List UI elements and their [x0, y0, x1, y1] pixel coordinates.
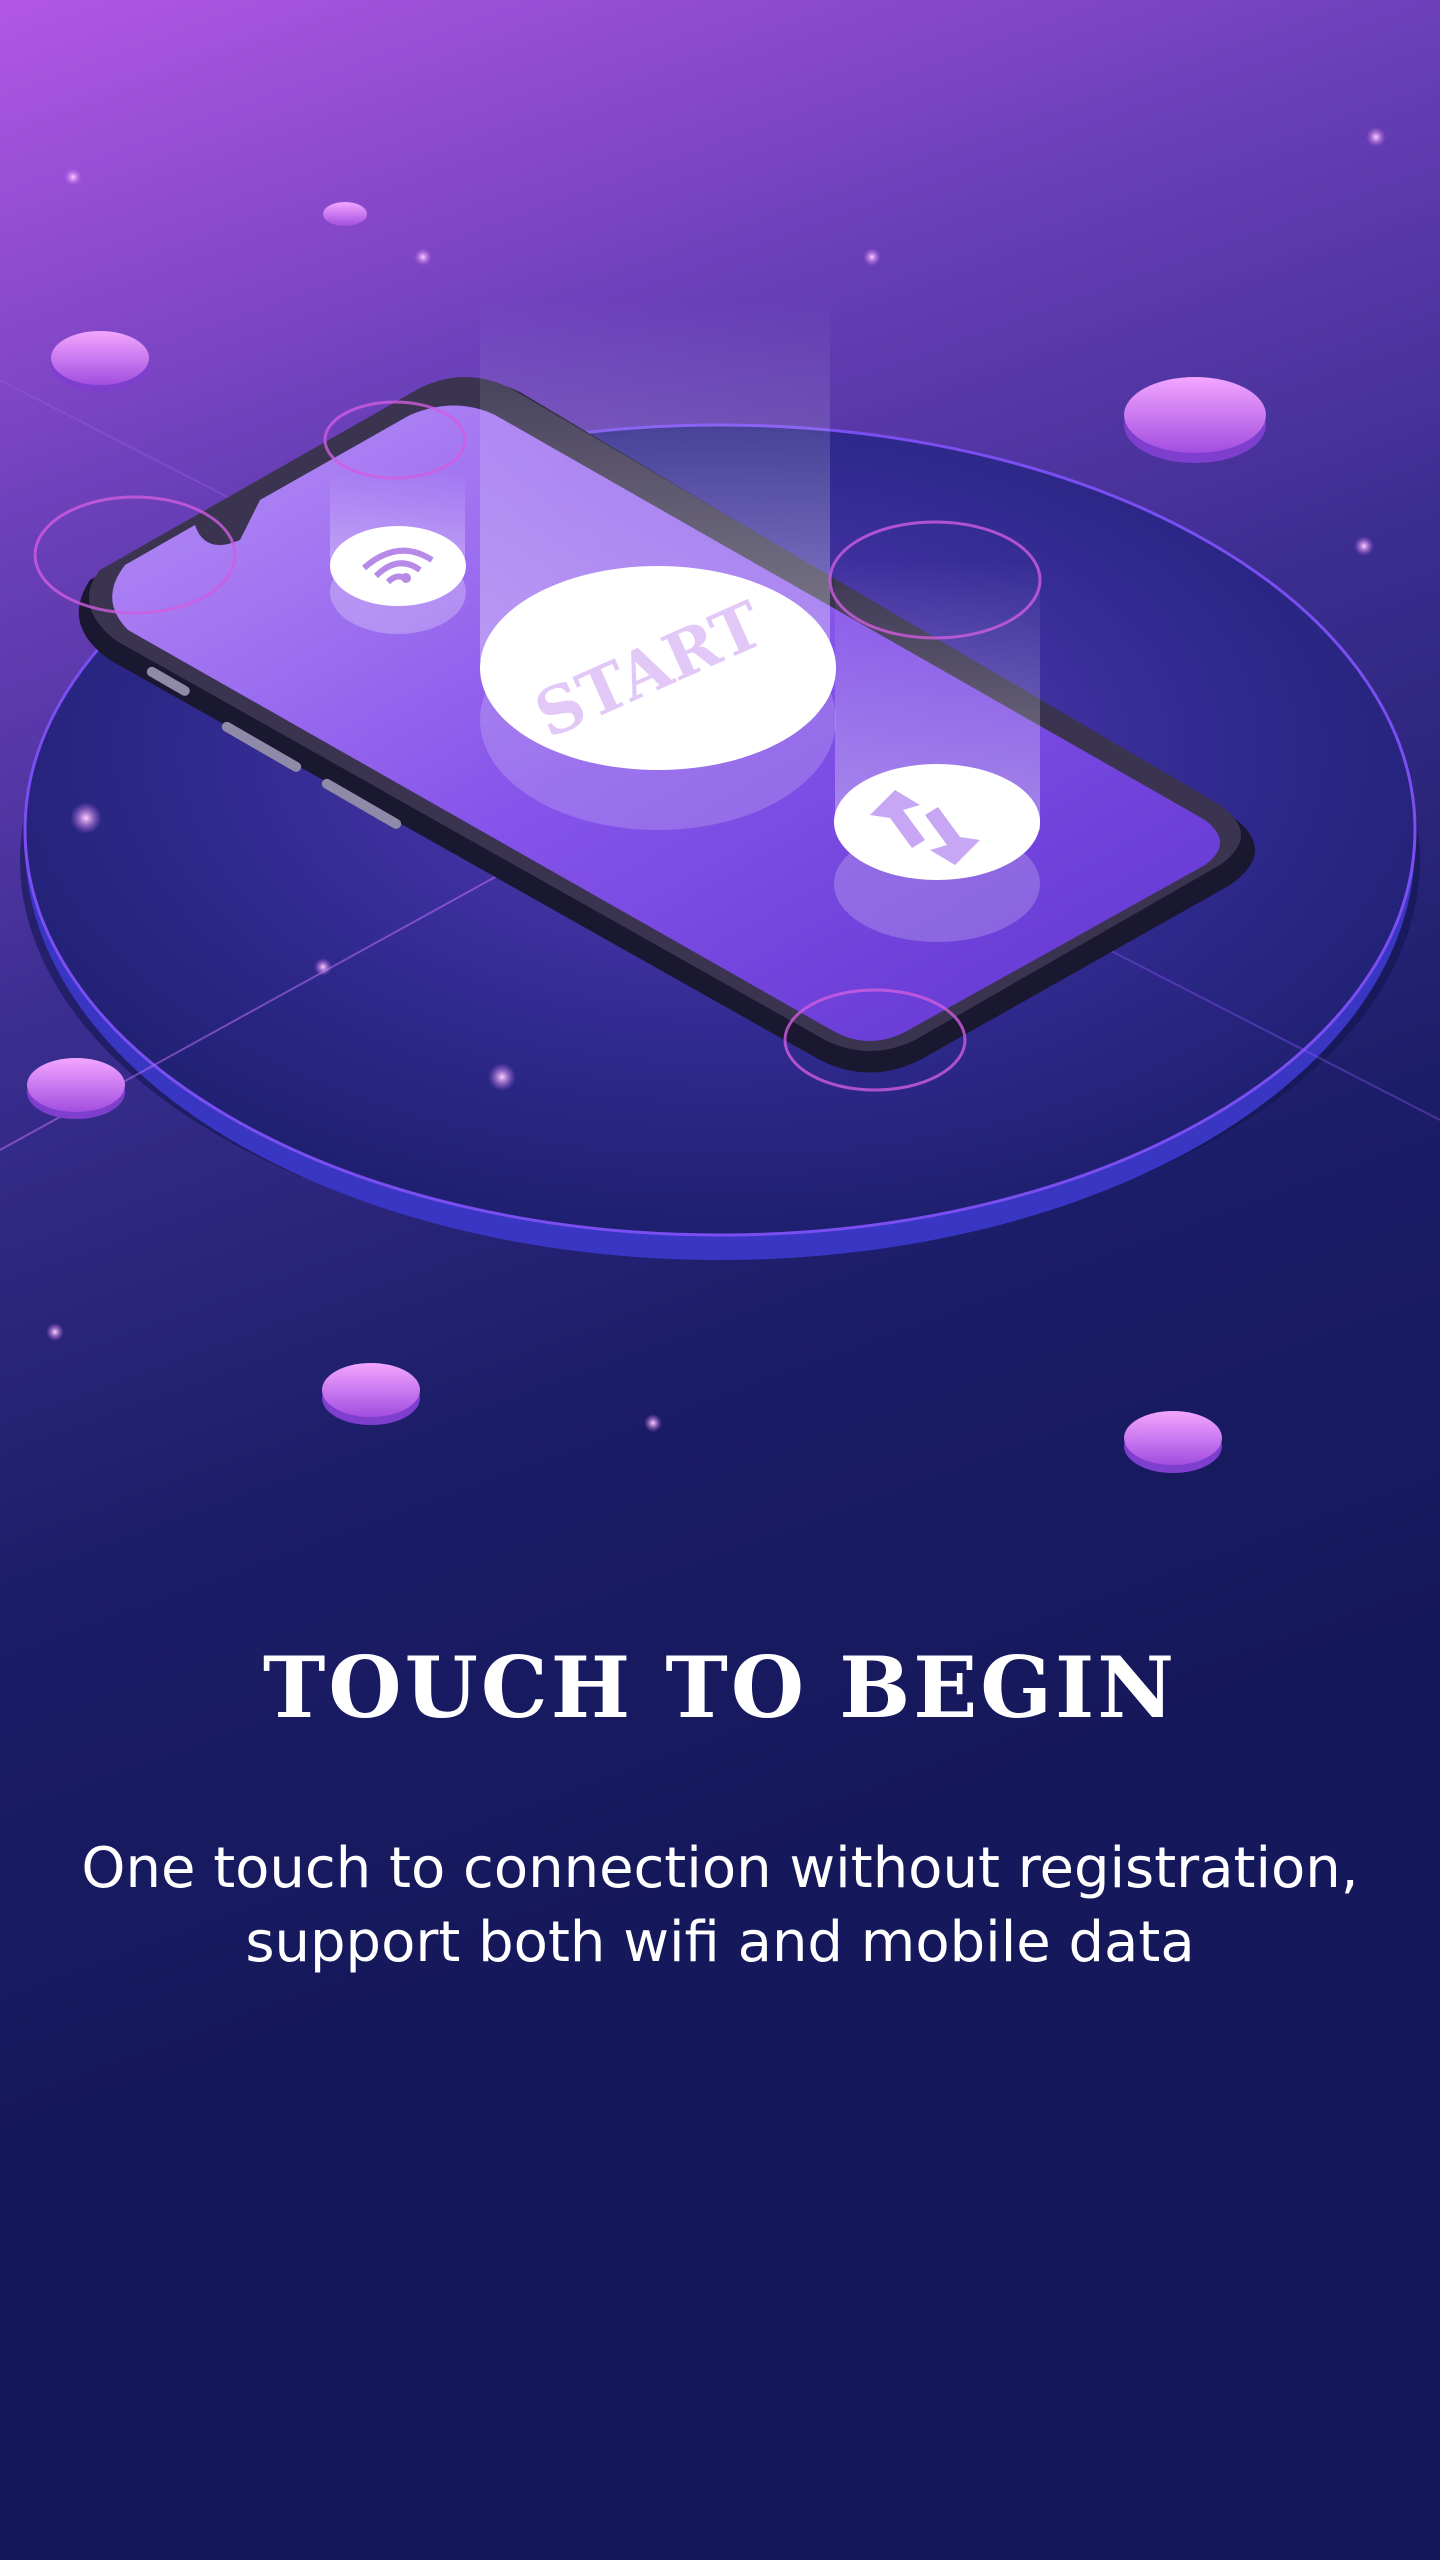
transfer-bubble — [834, 764, 1040, 942]
description-line-2: support both wifi and mobile data — [245, 1910, 1195, 1975]
description-text: One touch to connection without registra… — [80, 1832, 1360, 1980]
onboarding-screen[interactable]: START TOUCH TO BEGIN One touch to connec… — [0, 0, 1440, 2560]
start-button[interactable]: START — [480, 566, 836, 830]
wifi-bubble — [330, 526, 466, 634]
hero-illustration: START — [0, 127, 1440, 1473]
headline-title: TOUCH TO BEGIN — [262, 1638, 1178, 1737]
description-line-1: One touch to connection without registra… — [81, 1836, 1359, 1901]
